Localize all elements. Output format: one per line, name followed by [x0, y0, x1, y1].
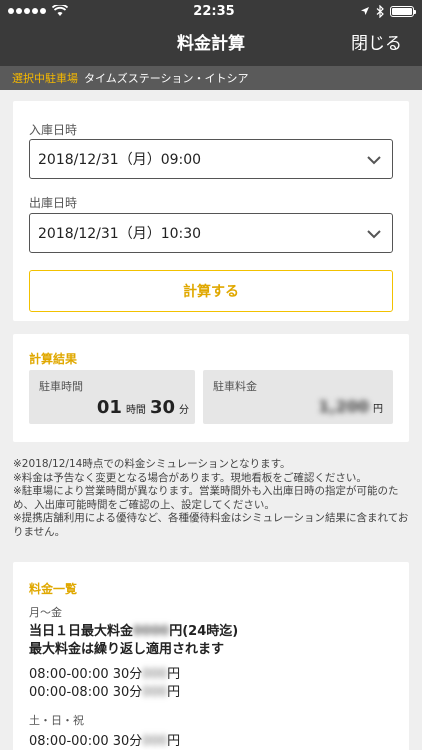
duration-label: 駐車時間 — [39, 380, 83, 393]
duration-minutes-unit: 分 — [179, 405, 189, 416]
rate-unit: 円 — [167, 667, 181, 682]
exit-datetime-value: 2018/12/31（月）10:30 — [38, 226, 202, 242]
entry-label: 入庫日時 — [29, 123, 78, 137]
close-button[interactable]: 閉じる — [351, 22, 402, 66]
selected-lot-tag: 選択中駐車場 — [12, 72, 78, 85]
note-item: ※料金は予告なく変更となる場合があります。現地看板をご確認ください。 — [13, 471, 367, 484]
max-fee-rule: 当日１日最大料金0000円(24時迄) — [29, 624, 238, 640]
selected-lot-bar: 選択中駐車場 タイムズステーション・イトシア — [0, 66, 422, 90]
chevron-down-icon — [367, 156, 381, 165]
status-bar: 22:35 — [0, 0, 422, 22]
rate-amount: 000 — [142, 667, 168, 682]
fee-box: 駐車料金 1,200 円 — [203, 370, 393, 424]
wifi-icon — [52, 5, 68, 16]
signal-icon — [8, 8, 46, 14]
battery-fill — [391, 7, 412, 15]
bluetooth-icon — [376, 4, 384, 18]
duration-box: 駐車時間 01 時間 30 分 — [29, 370, 195, 424]
nav-bar: 料金計算 閉じる — [0, 22, 422, 66]
status-right — [360, 4, 416, 18]
note-item: ※2018/12/14時点での料金シミュレーションとなります。 — [13, 458, 291, 470]
status-left — [8, 5, 68, 17]
max-fee-amount: 0000 — [133, 624, 170, 639]
rate-line: 08:00-00:00 30分000円 — [29, 730, 180, 749]
status-time: 22:35 — [193, 3, 235, 19]
notes: ※2018/12/14時点での料金シミュレーションとなります。 ※料金は予告なく… — [13, 458, 409, 539]
weekday-label: 月〜金 — [29, 606, 62, 619]
rate-unit: 円 — [167, 685, 181, 700]
weekend-label: 土・日・祝 — [29, 714, 84, 727]
price-list-card: 料金一覧 月〜金 当日１日最大料金0000円(24時迄) 最大料金は繰り返し適用… — [13, 562, 409, 750]
rate-unit: 円 — [167, 734, 181, 749]
result-card: 計算結果 駐車時間 01 時間 30 分 駐車料金 1,200 円 — [13, 334, 409, 442]
price-list-title: 料金一覧 — [29, 582, 78, 596]
duration-hours-unit: 時間 — [125, 405, 146, 416]
repeat-note: 最大料金は繰り返し適用されます — [29, 642, 225, 657]
fee-amount: 1,200 — [318, 397, 369, 416]
duration-minutes: 30 — [149, 397, 175, 418]
fee-value: 1,200 円 — [318, 397, 383, 416]
exit-datetime-select[interactable]: 2018/12/31（月）10:30 — [29, 213, 393, 253]
rate-line: 00:00-08:00 30分000円 — [29, 681, 180, 700]
note-item: ※提携店舗利用による優待など、各種優待料金はシミュレーション結果に含まれておりま… — [13, 512, 409, 538]
note-item: ※駐車場により営業時間が異なります。営業時間外も入出庫日時の指定が可能のため、入… — [13, 485, 399, 511]
selected-lot-name: タイムズステーション・イトシア — [84, 72, 249, 85]
rate-amount: 000 — [142, 685, 168, 700]
datetime-card: 入庫日時 2018/12/31（月）09:00 出庫日時 2018/12/31（… — [13, 101, 409, 321]
location-arrow-icon — [360, 7, 369, 15]
exit-label: 出庫日時 — [29, 196, 78, 210]
rate-time: 00:00-08:00 30分 — [29, 685, 143, 700]
battery-icon — [389, 5, 416, 17]
calculate-button[interactable]: 計算する — [29, 270, 393, 312]
rate-amount: 000 — [142, 734, 168, 749]
duration-hours: 01 — [96, 397, 122, 418]
fee-unit: 円 — [373, 404, 383, 415]
chevron-down-icon — [367, 230, 381, 239]
rate-time: 08:00-00:00 30分 — [29, 734, 143, 749]
fee-label: 駐車料金 — [213, 380, 257, 393]
rate-line: 08:00-00:00 30分000円 — [29, 663, 180, 682]
duration-value: 01 時間 30 分 — [97, 397, 189, 418]
entry-datetime-select[interactable]: 2018/12/31（月）09:00 — [29, 139, 393, 179]
entry-datetime-value: 2018/12/31（月）09:00 — [38, 152, 202, 168]
result-title: 計算結果 — [29, 352, 78, 366]
rate-time: 08:00-00:00 30分 — [29, 667, 143, 682]
max-fee-prefix: 当日１日最大料金 — [29, 624, 134, 639]
max-fee-suffix: 円(24時迄) — [169, 624, 239, 639]
